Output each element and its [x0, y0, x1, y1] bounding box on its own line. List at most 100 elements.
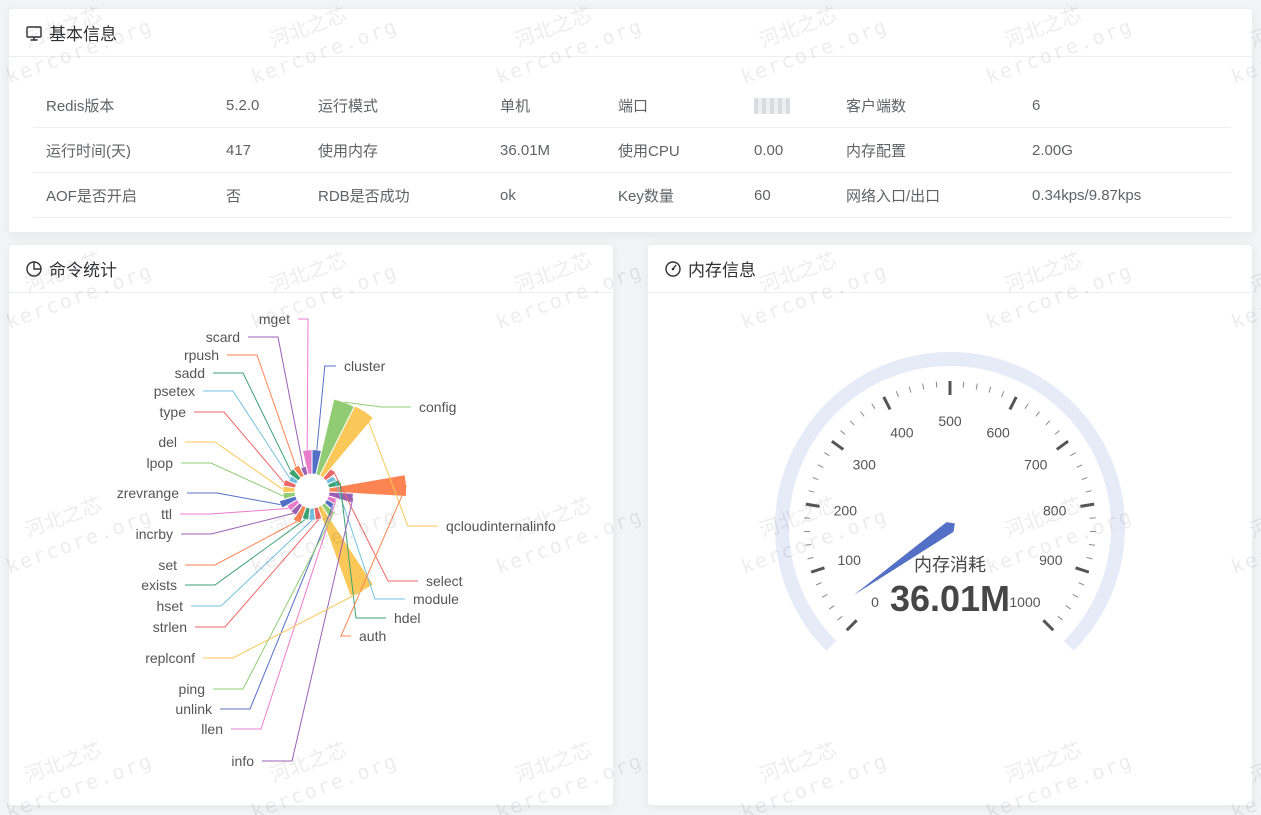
basic-info-title: 基本信息: [49, 25, 117, 44]
gauge-tick-label: 300: [853, 457, 877, 473]
rose-label-config: config: [419, 399, 456, 415]
info-label: 网络入口/出口: [833, 172, 1019, 218]
basic-info-table: Redis版本 5.2.0 运行模式 单机 端口 客户端数 6 运行时间(天) 417 使用内存 3…: [33, 83, 1231, 218]
info-value: 否: [213, 172, 305, 218]
minor-tick: [895, 391, 899, 398]
minor-tick: [824, 452, 830, 457]
info-label: Redis版本: [33, 83, 213, 128]
info-label: 使用CPU: [605, 127, 741, 173]
rose-label-del: del: [158, 434, 177, 450]
info-row: Redis版本 5.2.0 运行模式 单机 端口 客户端数 6: [33, 83, 1231, 128]
minor-tick: [840, 430, 846, 435]
info-value: [741, 83, 833, 128]
minor-tick: [1070, 452, 1076, 457]
command-stats-header: 命令统计: [9, 245, 613, 293]
rose-label-lpop: lpop: [147, 455, 174, 471]
rose-label-replconf: replconf: [145, 650, 195, 666]
minor-tick: [975, 383, 978, 390]
minor-tick: [821, 594, 828, 598]
rose-label-ping: ping: [179, 681, 205, 697]
rose-label-sadd: sadd: [175, 365, 205, 381]
gauge-progress: [807, 619, 837, 651]
minor-tick: [1085, 490, 1092, 493]
rose-label-rpush: rpush: [184, 347, 219, 363]
gauge-value: 36.01M: [890, 578, 1010, 619]
info-value: ok: [487, 172, 605, 218]
label-line-hset: [191, 519, 313, 607]
rose-label-hdel: hdel: [394, 610, 420, 626]
minor-tick: [1057, 615, 1063, 621]
rose-label-hset: hset: [157, 598, 184, 614]
label-line-qcloudinternalinfo: [364, 411, 438, 527]
gauge-tick-label: 1000: [1009, 594, 1040, 610]
label-line-scard: [248, 336, 304, 467]
label-line-ttl: [180, 507, 289, 515]
rose-slices: [278, 398, 408, 597]
monitor-icon: [25, 24, 43, 42]
major-tick: [1075, 566, 1090, 574]
command-stats-title: 命令统计: [49, 261, 117, 280]
info-label: 客户端数: [833, 83, 1019, 128]
minor-tick: [808, 490, 815, 493]
info-label: 端口: [605, 83, 741, 128]
rose-slice-replconf[interactable]: [317, 504, 375, 597]
rose-label-zrevrange: zrevrange: [117, 485, 179, 501]
info-value: 417: [213, 127, 305, 173]
info-label: 运行时间(天): [33, 127, 213, 173]
gauge-tick-label: 600: [986, 425, 1010, 441]
label-line-unlink: [220, 506, 334, 710]
rose-label-module: module: [413, 591, 459, 607]
minor-tick: [837, 615, 843, 621]
info-value: 6: [1019, 83, 1231, 128]
info-row: 运行时间(天) 417 使用内存 36.01M 使用CPU 0.00 内存配置 2.00G: [33, 127, 1231, 173]
label-line-set: [185, 521, 297, 566]
gauge-tick-label: 100: [838, 552, 862, 568]
major-tick: [1042, 619, 1055, 632]
minor-tick: [935, 381, 938, 388]
rose-label-strlen: strlen: [153, 619, 187, 635]
rose-label-ttl: ttl: [161, 506, 172, 522]
rose-label-llen: llen: [201, 721, 223, 737]
minor-tick: [1076, 464, 1083, 468]
info-value: 0.34kps/9.87kps: [1019, 172, 1231, 218]
minor-tick: [922, 383, 925, 390]
minor-tick: [1001, 391, 1005, 398]
minor-tick: [812, 477, 819, 481]
major-tick: [1008, 396, 1018, 411]
major-tick: [882, 396, 892, 411]
minor-tick: [1065, 605, 1072, 610]
minor-tick: [815, 582, 822, 586]
gauge-tick-label: 800: [1043, 502, 1067, 518]
major-tick: [1055, 439, 1069, 451]
rose-label-qcloudinternalinfo: qcloudinternalinfo: [446, 518, 556, 534]
rose-label-scard: scard: [206, 329, 240, 345]
masked-value: [754, 97, 790, 114]
rose-label-select: select: [426, 573, 463, 589]
gauge-title: 内存消耗: [914, 555, 986, 575]
gauge-tick-label: 400: [890, 425, 914, 441]
rose-label-exists: exists: [141, 577, 177, 593]
rose-label-info: info: [231, 753, 254, 769]
info-row: AOF是否开启否 RDB是否成功 ok Key数量 60 网络入口/出口 0.34kps/9…: [33, 172, 1231, 218]
label-line-del: [185, 441, 284, 490]
minor-tick: [908, 386, 912, 393]
minor-tick: [828, 605, 835, 610]
basic-info-card: 基本信息 Redis版本 5.2.0 运行模式 单机 端口 客户端数 6 运行时间(天) 417…: [8, 8, 1253, 233]
memory-gauge-chart: 0 100 200 300 400 500 600 700 800 900 1000 内存消耗 36.0…: [775, 352, 1125, 651]
label-line-lpop: [181, 462, 284, 497]
rose-label-incrby: incrby: [136, 526, 173, 542]
info-label: Key数量: [605, 172, 741, 218]
gauge-tick-label: 0: [871, 594, 879, 610]
major-tick: [805, 502, 820, 508]
gauge-tick-label: 700: [1024, 457, 1048, 473]
major-tick: [845, 619, 858, 632]
label-line-sadd: [213, 372, 292, 472]
minor-tick: [1086, 557, 1093, 560]
minor-tick: [807, 557, 814, 560]
speedometer-icon: [664, 260, 682, 278]
info-value: 0.00: [741, 127, 833, 173]
info-label: 内存配置: [833, 127, 1019, 173]
rose-label-type: type: [160, 404, 187, 420]
info-value: 60: [741, 172, 833, 218]
minor-tick: [962, 381, 965, 388]
